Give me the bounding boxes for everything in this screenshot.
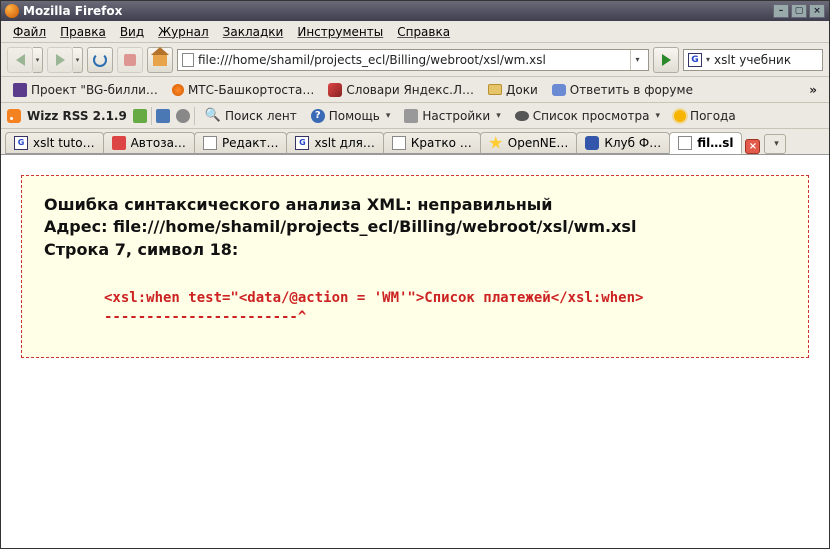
sun-icon bbox=[674, 110, 686, 122]
site-icon bbox=[172, 84, 184, 96]
forward-button[interactable] bbox=[47, 47, 73, 73]
gear-icon[interactable] bbox=[176, 109, 190, 123]
help-icon: ? bbox=[311, 109, 325, 123]
tab[interactable]: Gxslt для… bbox=[286, 132, 383, 154]
bookmark-item[interactable]: Проект "BG-билли… bbox=[7, 81, 164, 99]
rss-status-icon[interactable] bbox=[133, 109, 147, 123]
menu-tools[interactable]: Инструменты bbox=[291, 23, 389, 41]
search-bar[interactable]: G ▾ xslt учебник bbox=[683, 49, 823, 71]
menu-help[interactable]: Справка bbox=[391, 23, 456, 41]
menu-bookmarks[interactable]: Закладки bbox=[217, 23, 290, 41]
tab[interactable]: Gxslt tuto… bbox=[5, 132, 104, 154]
menu-file[interactable]: Файл bbox=[7, 23, 52, 41]
minimize-button[interactable]: – bbox=[773, 4, 789, 18]
bookmark-item[interactable]: Доки bbox=[482, 81, 544, 99]
folder-icon bbox=[488, 84, 502, 95]
search-engine-icon[interactable]: G bbox=[688, 53, 702, 67]
window-title: Mozilla Firefox bbox=[23, 4, 122, 18]
tab-active[interactable]: fil…sl bbox=[669, 132, 742, 154]
chevron-down-icon: ▾ bbox=[774, 139, 779, 149]
arrow-right-icon bbox=[56, 54, 65, 66]
chevron-down-icon: ▾ bbox=[386, 111, 391, 121]
rss-toolbar: Wizz RSS 2.1.9 🔍Поиск лент ?Помощь▾ Наст… bbox=[1, 103, 829, 129]
tab-favicon: G bbox=[14, 136, 28, 150]
go-button[interactable] bbox=[653, 47, 679, 73]
bookmark-item[interactable]: МТС-Башкортоста… bbox=[166, 81, 320, 99]
tab-close-button[interactable]: × bbox=[745, 139, 760, 154]
eye-icon bbox=[515, 111, 529, 121]
rss-settings[interactable]: Настройки▾ bbox=[398, 107, 506, 125]
tab-favicon: G bbox=[295, 136, 309, 150]
site-icon bbox=[328, 83, 342, 97]
reload-icon bbox=[93, 53, 107, 67]
page-file-icon bbox=[182, 53, 194, 67]
nav-toolbar: ▾ ▾ file:///home/shamil/projects_ecl/Bil… bbox=[1, 43, 829, 77]
bookmark-item[interactable]: Ответить в форуме bbox=[546, 81, 699, 99]
rss-app-icon bbox=[7, 109, 21, 123]
quickview-icon[interactable] bbox=[156, 109, 170, 123]
page-content: Ошибка синтаксического анализа XML: непр… bbox=[1, 155, 829, 378]
home-button[interactable] bbox=[147, 47, 173, 73]
tab-favicon bbox=[203, 136, 217, 150]
menu-edit[interactable]: Правка bbox=[54, 23, 112, 41]
menubar: Файл Правка Вид Журнал Закладки Инструме… bbox=[1, 21, 829, 43]
url-bar[interactable]: file:///home/shamil/projects_ecl/Billing… bbox=[177, 49, 649, 71]
wrench-icon bbox=[404, 109, 418, 123]
rss-watchlist[interactable]: Список просмотра▾ bbox=[509, 107, 666, 125]
arrow-left-icon bbox=[16, 54, 25, 66]
tab[interactable]: Автоза… bbox=[103, 132, 195, 154]
maximize-button[interactable]: ▢ bbox=[791, 4, 807, 18]
back-button[interactable] bbox=[7, 47, 33, 73]
rss-app-name: Wizz RSS 2.1.9 bbox=[27, 109, 127, 123]
tab-favicon bbox=[489, 136, 503, 150]
go-icon bbox=[662, 54, 671, 66]
url-dropdown[interactable]: ▾ bbox=[630, 50, 644, 70]
menu-history[interactable]: Журнал bbox=[152, 23, 215, 41]
tab-list-button[interactable]: ▾ bbox=[764, 134, 786, 154]
tab-favicon bbox=[585, 136, 599, 150]
tab[interactable]: Редакт… bbox=[194, 132, 288, 154]
search-icon: 🔍 bbox=[205, 108, 221, 123]
xml-error-box: Ошибка синтаксического анализа XML: непр… bbox=[21, 175, 809, 358]
tab-favicon bbox=[392, 136, 406, 150]
xml-error-heading: Ошибка синтаксического анализа XML: непр… bbox=[44, 194, 786, 261]
stop-button[interactable] bbox=[117, 47, 143, 73]
stop-icon bbox=[124, 54, 136, 66]
rss-weather[interactable]: Погода bbox=[668, 107, 742, 125]
url-text: file:///home/shamil/projects_ecl/Billing… bbox=[198, 53, 626, 67]
window-titlebar: Mozilla Firefox – ▢ × bbox=[1, 1, 829, 21]
firefox-icon bbox=[5, 4, 19, 18]
forward-history-dropdown[interactable]: ▾ bbox=[73, 47, 83, 73]
reload-button[interactable] bbox=[87, 47, 113, 73]
tab-favicon bbox=[678, 136, 692, 150]
chevron-down-icon: ▾ bbox=[656, 111, 661, 121]
chevron-down-icon: ▾ bbox=[496, 111, 501, 121]
tab-strip: Gxslt tuto… Автоза… Редакт… Gxslt для… К… bbox=[1, 129, 829, 155]
tab[interactable]: OpenNE… bbox=[480, 132, 578, 154]
close-window-button[interactable]: × bbox=[809, 4, 825, 18]
bookmarks-overflow[interactable]: » bbox=[803, 83, 823, 97]
back-history-dropdown[interactable]: ▾ bbox=[33, 47, 43, 73]
tab[interactable]: Клуб Ф… bbox=[576, 132, 670, 154]
xml-error-source: <xsl:when test="<data/@action = 'WM'">Сп… bbox=[104, 289, 786, 327]
menu-view[interactable]: Вид bbox=[114, 23, 150, 41]
tab[interactable]: Кратко … bbox=[383, 132, 481, 154]
rss-help[interactable]: ?Помощь▾ bbox=[305, 107, 397, 125]
site-icon bbox=[13, 83, 27, 97]
site-icon bbox=[552, 84, 566, 96]
home-icon bbox=[153, 54, 167, 66]
tab-favicon bbox=[112, 136, 126, 150]
rss-search-feeds[interactable]: 🔍Поиск лент bbox=[199, 106, 303, 125]
search-text: xslt учебник bbox=[714, 53, 791, 67]
bookmarks-toolbar: Проект "BG-билли… МТС-Башкортоста… Слова… bbox=[1, 77, 829, 103]
bookmark-item[interactable]: Словари Яндекс.Л… bbox=[322, 81, 480, 99]
